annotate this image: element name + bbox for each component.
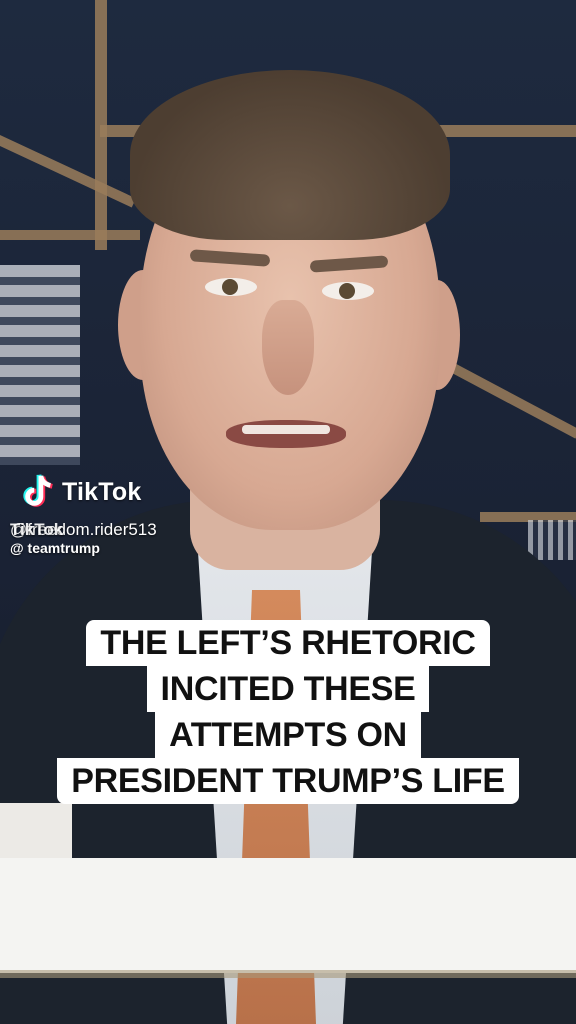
tiktok-watermark: TikTok bbox=[20, 472, 141, 512]
caption-line: THE LEFT’S RHETORIC bbox=[86, 620, 490, 666]
tiktok-username: @freedom.rider513 TikTok bbox=[10, 520, 157, 540]
caption-line: INCITED THESE bbox=[146, 666, 430, 712]
tiktok-wordmark: TikTok bbox=[62, 477, 142, 506]
tiktok-logo-icon bbox=[23, 474, 53, 507]
video-caption: THE LEFT’S RHETORIC INCITED THESE ATTEMP… bbox=[0, 620, 576, 804]
username-overlap-text: TikTok bbox=[10, 520, 64, 539]
tiktok-handle: @ teamtrump bbox=[10, 540, 100, 556]
overlay-layer: TikTok @freedom.rider513 TikTok @ teamtr… bbox=[0, 0, 576, 1024]
caption-line: ATTEMPTS ON bbox=[155, 712, 421, 758]
caption-line: PRESIDENT TRUMP’S LIFE bbox=[57, 758, 519, 804]
